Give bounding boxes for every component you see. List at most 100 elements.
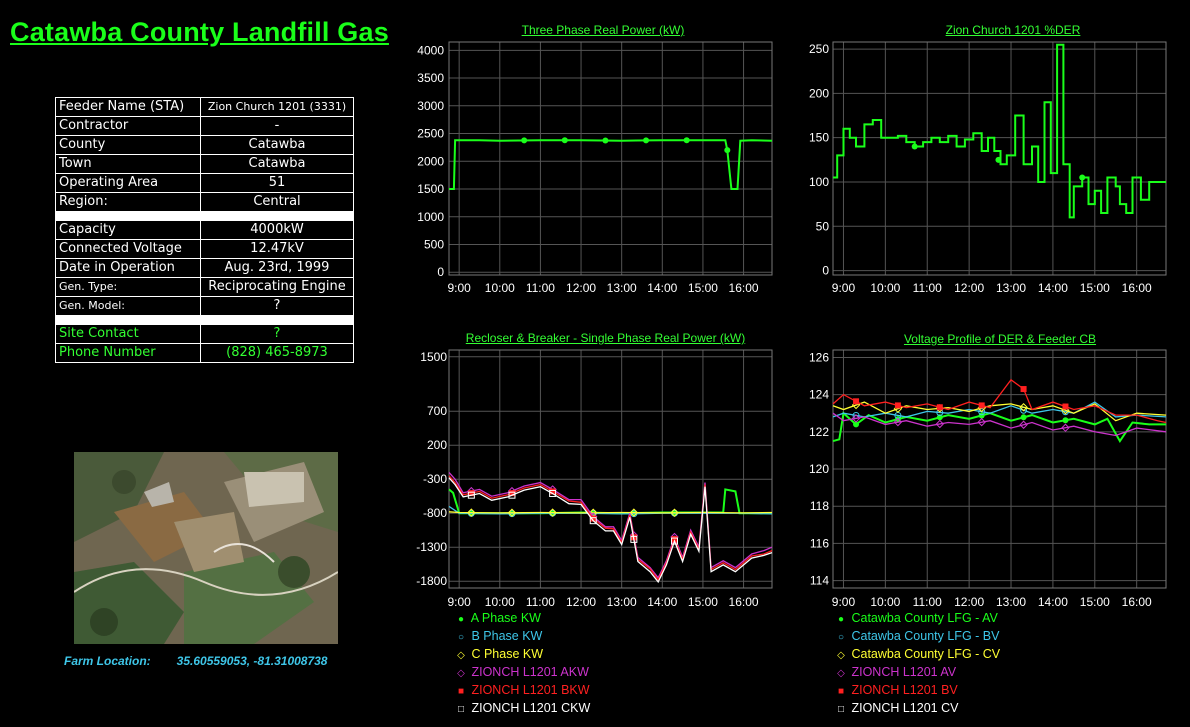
x-tick-label: 14:00 [647, 595, 677, 609]
y-tick-label: 126 [809, 350, 829, 364]
plot-frame [448, 349, 773, 589]
y-tick-label: 124 [809, 388, 829, 402]
series-marker [853, 398, 860, 405]
series-line [833, 43, 1166, 219]
x-tick-label: 13:00 [607, 281, 637, 295]
legend-marker-icon: □ [837, 704, 845, 715]
x-tick-label: 12:00 [954, 595, 984, 609]
series-marker [643, 137, 650, 144]
legend-label: ZIONCH L1201 BKW [468, 683, 590, 697]
x-tick-label: 15:00 [688, 595, 718, 609]
legend-label: ZIONCH L1201 CV [848, 701, 959, 715]
legend-label: Catawba County LFG - BV [848, 629, 1000, 643]
x-tick-label: 10:00 [870, 281, 900, 295]
series-marker [521, 137, 528, 144]
y-tick-label: 1500 [420, 350, 447, 364]
y-tick-label: 118 [810, 499, 829, 513]
legend-label: ZIONCH L1201 AV [848, 665, 957, 679]
y-tick-label: -1300 [416, 540, 447, 554]
y-tick-label: 2500 [417, 127, 444, 141]
x-tick-label: 11:00 [526, 281, 555, 295]
y-tick-label: 150 [809, 131, 829, 145]
legend-label: ZIONCH L1201 AKW [468, 665, 589, 679]
series-marker [1079, 174, 1086, 181]
legend-label: ZIONCH L1201 CKW [468, 701, 591, 715]
series-marker [1020, 414, 1027, 421]
series-line [449, 139, 773, 190]
legend-label: C Phase KW [468, 647, 544, 661]
series-marker [978, 402, 985, 409]
x-tick-label: 14:00 [1038, 595, 1068, 609]
legend-entry: ◇ ZIONCH L1201 AKW [454, 663, 590, 681]
legend-label: Catawba County LFG - CV [848, 647, 1001, 661]
y-tick-label: 0 [437, 265, 444, 279]
series-marker [724, 147, 731, 154]
y-tick-label: 200 [427, 438, 447, 452]
y-tick-label: 120 [809, 462, 829, 476]
legend-entry: ● A Phase KW [454, 609, 590, 627]
legend-entry: ◇ Catawba County LFG - CV [834, 645, 1000, 663]
x-tick-label: 10:00 [485, 281, 515, 295]
legend-marker-icon: □ [457, 704, 465, 715]
y-tick-label: 700 [427, 404, 447, 418]
y-tick-label: -800 [423, 506, 447, 520]
x-tick-label: 13:00 [607, 595, 637, 609]
y-tick-label: -1800 [416, 574, 447, 588]
legend-entry: ◇ C Phase KW [454, 645, 590, 663]
legend-label: B Phase KW [468, 629, 543, 643]
x-tick-label: 12:00 [566, 595, 596, 609]
y-tick-label: 3500 [417, 71, 444, 85]
y-tick-label: 116 [810, 536, 829, 550]
x-tick-label: 16:00 [729, 281, 759, 295]
y-tick-label: 4000 [417, 43, 444, 57]
legend-label: Catawba County LFG - AV [848, 611, 998, 625]
plot-frame [448, 41, 773, 276]
y-tick-label: 500 [424, 237, 444, 251]
x-tick-label: 11:00 [913, 281, 942, 295]
y-tick-label: 200 [809, 86, 829, 100]
x-tick-label: 9:00 [447, 281, 471, 295]
x-tick-label: 16:00 [1122, 595, 1152, 609]
y-tick-label: 50 [816, 219, 830, 233]
x-tick-label: 15:00 [1080, 281, 1110, 295]
x-tick-label: 13:00 [996, 595, 1026, 609]
y-tick-label: 0 [822, 264, 829, 278]
y-tick-label: 250 [809, 42, 829, 56]
legend-entry: ■ ZIONCH L1201 BKW [454, 681, 590, 699]
series-line [832, 401, 1167, 422]
x-tick-label: 12:00 [566, 281, 596, 295]
series-marker [894, 402, 901, 409]
x-tick-label: 10:00 [870, 595, 900, 609]
legend-entry: ○ Catawba County LFG - BV [834, 627, 1000, 645]
series-line [448, 475, 773, 582]
charts-canvas: 050010001500200025003000350040009:00 10:0… [416, 41, 1167, 609]
x-tick-label: 11:00 [526, 595, 555, 609]
x-tick-label: 15:00 [1080, 595, 1110, 609]
y-tick-label: 100 [809, 175, 829, 189]
legend-entry: ● Catawba County LFG - AV [834, 609, 1000, 627]
y-tick-label: -300 [423, 472, 447, 486]
series-marker [1020, 386, 1027, 393]
series-marker [1062, 403, 1069, 410]
x-tick-label: 9:00 [832, 595, 856, 609]
x-tick-label: 10:00 [485, 595, 515, 609]
series-line [448, 477, 773, 584]
y-tick-label: 1000 [417, 210, 444, 224]
x-tick-label: 11:00 [913, 595, 942, 609]
series-marker [1062, 417, 1069, 424]
y-tick-label: 1500 [417, 182, 444, 196]
x-tick-label: 14:00 [647, 281, 677, 295]
series-marker [911, 143, 918, 150]
legend-label: ZIONCH L1201 BV [848, 683, 958, 697]
legend-voltage: ● Catawba County LFG - AV ○ Catawba Count… [834, 609, 1000, 717]
legend-recloser: ● A Phase KW ○ B Phase KW ◇ C Phase KW ◇ ZI… [454, 609, 590, 717]
x-tick-label: 16:00 [729, 595, 759, 609]
x-tick-label: 9:00 [447, 595, 471, 609]
legend-entry: ◇ ZIONCH L1201 AV [834, 663, 1000, 681]
x-tick-label: 15:00 [688, 281, 718, 295]
series-marker [561, 137, 568, 144]
y-tick-label: 122 [809, 425, 829, 439]
x-tick-label: 14:00 [1038, 281, 1068, 295]
legend-entry: □ ZIONCH L1201 CKW [454, 699, 590, 717]
legend-label: A Phase KW [468, 611, 541, 625]
